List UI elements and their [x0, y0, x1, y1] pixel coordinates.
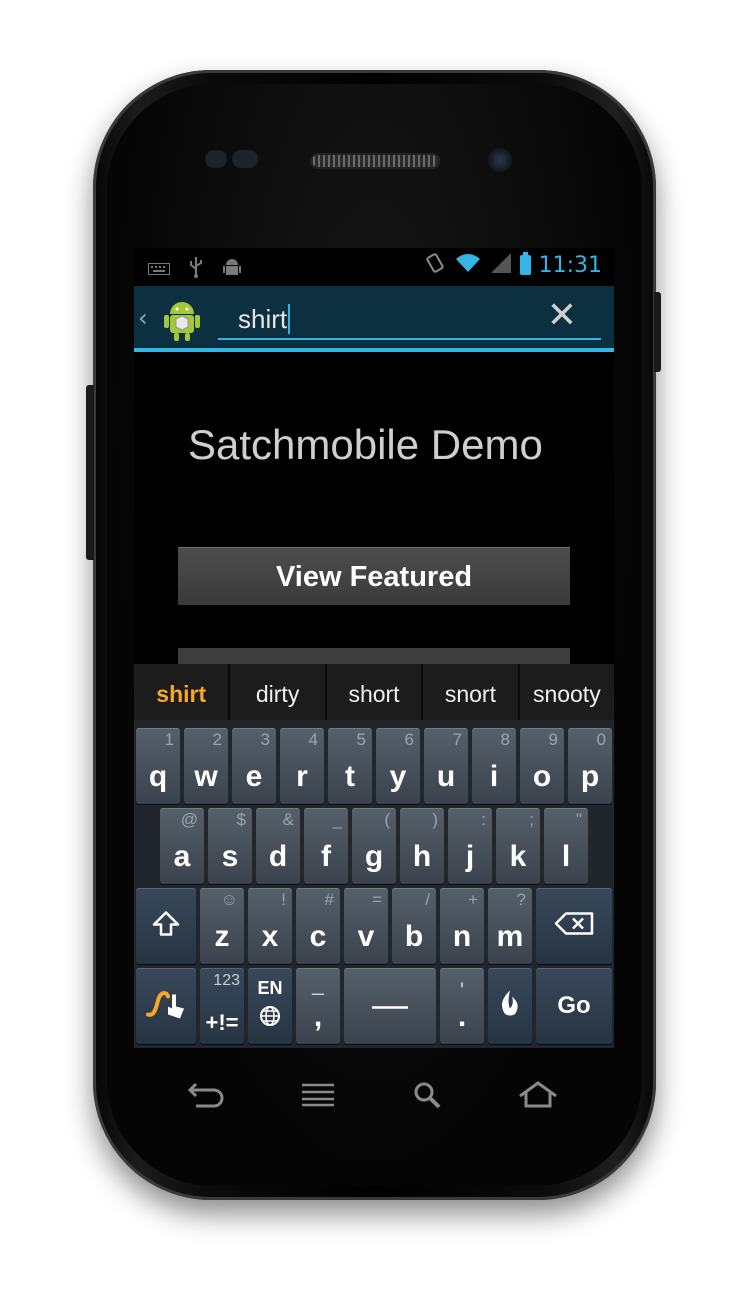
vibrate-icon	[424, 252, 446, 278]
comma-key[interactable]: – ,	[296, 968, 340, 1044]
key-q[interactable]: 1q	[136, 728, 180, 804]
hardware-nav-bar	[150, 1080, 600, 1120]
key-b[interactable]: / b	[392, 888, 436, 964]
language-key[interactable]: EN	[248, 968, 292, 1044]
key-v[interactable]: = v	[344, 888, 388, 964]
soft-keyboard: 1q 2w 3e 4r 5t 6y 7u 8i 9o 0p @ a $ s & d _…	[134, 720, 614, 1048]
key-m[interactable]: ? m	[488, 888, 532, 964]
key-d[interactable]: & d	[256, 808, 300, 884]
status-bar: 11:31	[134, 248, 614, 286]
key-s[interactable]: $ s	[208, 808, 252, 884]
back-icon[interactable]	[186, 1080, 224, 1116]
power-button[interactable]	[654, 292, 661, 372]
globe-icon	[248, 1005, 292, 1032]
close-icon[interactable]: ✕	[547, 298, 577, 334]
key-r[interactable]: 4r	[280, 728, 324, 804]
key-n[interactable]: + n	[440, 888, 484, 964]
suggestion-item[interactable]: dirty	[230, 664, 327, 720]
go-key[interactable]: Go	[536, 968, 612, 1044]
backspace-key[interactable]	[536, 888, 612, 964]
front-camera	[488, 148, 512, 172]
earpiece-speaker	[310, 153, 440, 169]
voice-input-key[interactable]	[488, 968, 532, 1044]
shift-icon	[136, 911, 196, 942]
text-caret	[288, 304, 291, 334]
key-w[interactable]: 2w	[184, 728, 228, 804]
suggestion-item[interactable]: snort	[423, 664, 520, 720]
signal-icon	[490, 252, 512, 278]
key-k[interactable]: ; k	[496, 808, 540, 884]
key-z[interactable]: ☺ z	[200, 888, 244, 964]
space-bar-icon	[344, 994, 436, 1019]
key-p[interactable]: 0p	[568, 728, 612, 804]
key-x[interactable]: ! x	[248, 888, 292, 964]
android-debug-icon	[222, 256, 242, 283]
space-key[interactable]	[344, 968, 436, 1044]
key-f[interactable]: _ f	[304, 808, 348, 884]
shift-key[interactable]	[136, 888, 196, 964]
volume-button[interactable]	[86, 385, 94, 560]
search-icon[interactable]	[412, 1080, 442, 1118]
key-y[interactable]: 6y	[376, 728, 420, 804]
search-value: shirt	[238, 304, 288, 334]
keyboard-icon	[148, 260, 170, 280]
clock: 11:31	[538, 252, 602, 278]
swype-key[interactable]	[136, 968, 196, 1044]
symbols-key[interactable]: 123 +!=	[200, 968, 244, 1044]
android-box-icon[interactable]	[160, 296, 204, 342]
key-i[interactable]: 8i	[472, 728, 516, 804]
key-g[interactable]: (g	[352, 808, 396, 884]
menu-icon[interactable]	[300, 1080, 336, 1115]
usb-icon	[188, 256, 204, 283]
search-input[interactable]: shirt ✕	[218, 296, 601, 340]
proximity-sensor	[205, 150, 227, 168]
home-icon[interactable]	[516, 1080, 560, 1118]
suggestion-item[interactable]: snooty	[520, 664, 614, 720]
chevron-left-icon[interactable]: ‹	[138, 304, 148, 332]
suggestion-item[interactable]: short	[327, 664, 424, 720]
key-c[interactable]: # c	[296, 888, 340, 964]
swype-gesture-icon	[136, 987, 196, 1026]
suggestion-strip: shirt dirty short snort snooty	[134, 664, 614, 720]
view-featured-button[interactable]: View Featured	[178, 547, 570, 605]
screen: 11:31 ‹ shirt ✕ Satchmobile Demo View Fe…	[134, 248, 614, 1048]
page-title: Satchmobile Demo	[188, 421, 543, 468]
wifi-icon	[454, 252, 482, 278]
key-e[interactable]: 3e	[232, 728, 276, 804]
action-bar: ‹ shirt ✕	[134, 286, 614, 352]
light-sensor	[232, 150, 258, 168]
key-u[interactable]: 7u	[424, 728, 468, 804]
key-o[interactable]: 9o	[520, 728, 564, 804]
key-a[interactable]: @ a	[160, 808, 204, 884]
battery-icon	[519, 252, 531, 275]
key-h[interactable]: ) h	[400, 808, 444, 884]
dragon-flame-icon	[488, 989, 532, 1024]
key-l[interactable]: " l	[544, 808, 588, 884]
suggestion-item[interactable]: shirt	[134, 664, 231, 720]
period-key[interactable]: ' .	[440, 968, 484, 1044]
backspace-icon	[536, 912, 612, 941]
key-t[interactable]: 5t	[328, 728, 372, 804]
key-j[interactable]: :j	[448, 808, 492, 884]
